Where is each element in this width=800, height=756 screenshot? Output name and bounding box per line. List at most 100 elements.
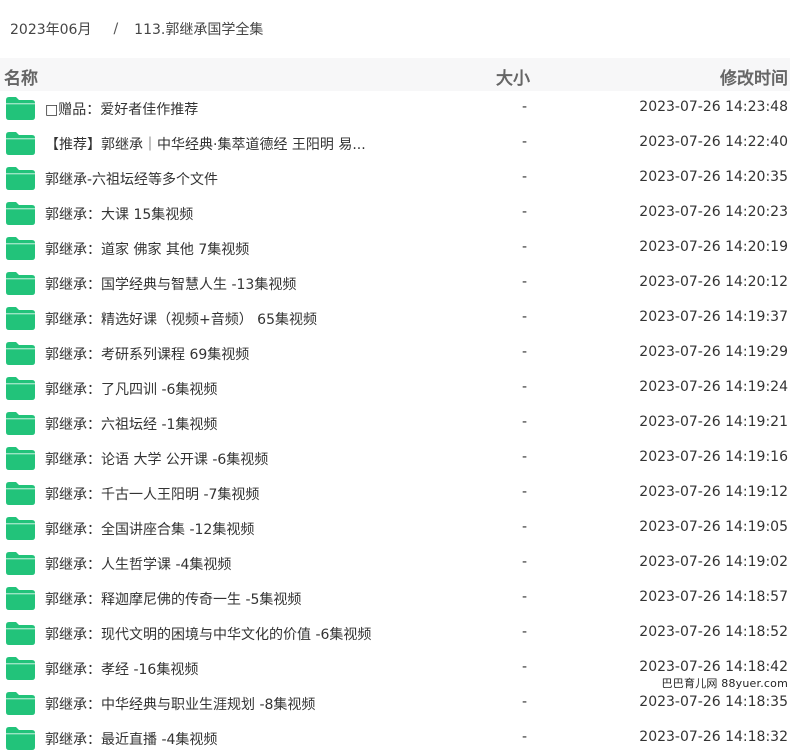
file-name[interactable]: 【推荐】郭继承｜中华经典·集萃道德经 王阳明 易... [45, 134, 366, 154]
file-name[interactable]: 郭继承：释迦摩尼佛的传奇一生 -5集视频 [45, 589, 301, 609]
file-size: - [521, 239, 527, 255]
folder-icon [6, 167, 35, 190]
breadcrumb-separator: / [113, 21, 119, 37]
file-name[interactable]: 郭继承：大课 15集视频 [45, 204, 193, 224]
file-modified-time: 2023-07-26 14:19:24 [639, 379, 788, 395]
file-row[interactable]: 郭继承-六祖坛经等多个文件 - 2023-07-26 14:20:35 [0, 161, 790, 196]
file-name[interactable]: 郭继承：现代文明的困境与中华文化的价值 -6集视频 [45, 624, 371, 644]
file-size: - [521, 589, 527, 605]
file-name[interactable]: 郭继承：最近直播 -4集视频 [45, 729, 217, 749]
file-name[interactable]: 郭继承：中华经典与职业生涯规划 -8集视频 [45, 694, 315, 714]
file-name[interactable]: 郭继承：论语 大学 公开课 -6集视频 [45, 449, 268, 469]
folder-icon [6, 307, 35, 330]
file-row[interactable]: 郭继承：千古一人王阳明 -7集视频 - 2023-07-26 14:19:12 [0, 476, 790, 511]
breadcrumb-current: 113.郭继承国学全集 [134, 22, 264, 38]
column-header-time[interactable]: 修改时间 [720, 64, 788, 89]
file-row[interactable]: 郭继承：全国讲座合集 -12集视频 - 2023-07-26 14:19:05 [0, 511, 790, 546]
file-row[interactable]: 郭继承：释迦摩尼佛的传奇一生 -5集视频 - 2023-07-26 14:18:57 [0, 581, 790, 616]
file-modified-time: 2023-07-26 14:19:16 [639, 449, 788, 465]
file-name[interactable]: 郭继承：孝经 -16集视频 [45, 659, 198, 679]
file-row[interactable]: □赠品：爱好者佳作推荐 - 2023-07-26 14:23:48 [0, 91, 790, 126]
folder-icon [6, 657, 35, 680]
folder-icon [6, 587, 35, 610]
file-size: - [521, 694, 527, 710]
file-modified-time: 2023-07-26 14:18:57 [639, 589, 788, 605]
folder-icon [6, 622, 35, 645]
file-modified-time: 2023-07-26 14:19:02 [639, 554, 788, 570]
file-row[interactable]: 郭继承：道家 佛家 其他 7集视频 - 2023-07-26 14:20:19 [0, 231, 790, 266]
file-name[interactable]: 郭继承：精选好课（视频+音频） 65集视频 [45, 309, 317, 329]
file-modified-time: 2023-07-26 14:19:05 [639, 519, 788, 535]
file-size: - [521, 554, 527, 570]
file-row[interactable]: 郭继承：六祖坛经 -1集视频 - 2023-07-26 14:19:21 [0, 406, 790, 441]
file-size: - [521, 729, 527, 745]
file-row[interactable]: 郭继承：了凡四训 -6集视频 - 2023-07-26 14:19:24 [0, 371, 790, 406]
folder-icon [6, 97, 35, 120]
column-header-name[interactable]: 名称 [4, 64, 38, 89]
file-row[interactable]: 郭继承：国学经典与智慧人生 -13集视频 - 2023-07-26 14:20:12 [0, 266, 790, 301]
watermark: 巴巴育儿网 88yuer.com [657, 674, 792, 692]
file-modified-time: 2023-07-26 14:19:37 [639, 309, 788, 325]
file-modified-time: 2023-07-26 14:18:35 [639, 694, 788, 710]
file-name[interactable]: 郭继承：了凡四训 -6集视频 [45, 379, 217, 399]
file-name[interactable]: 郭继承：千古一人王阳明 -7集视频 [45, 484, 259, 504]
file-modified-time: 2023-07-26 14:23:48 [639, 99, 788, 115]
file-name[interactable]: 郭继承：人生哲学课 -4集视频 [45, 554, 231, 574]
folder-icon [6, 237, 35, 260]
file-row[interactable]: 郭继承：考研系列课程 69集视频 - 2023-07-26 14:19:29 [0, 336, 790, 371]
file-modified-time: 2023-07-26 14:20:23 [639, 204, 788, 220]
breadcrumb-parent[interactable]: 2023年06月 [10, 19, 91, 39]
folder-icon [6, 692, 35, 715]
folder-icon [6, 552, 35, 575]
file-modified-time: 2023-07-26 14:19:12 [639, 484, 788, 500]
file-size: - [521, 484, 527, 500]
folder-icon [6, 412, 35, 435]
file-size: - [521, 624, 527, 640]
folder-icon [6, 272, 35, 295]
file-row[interactable]: 【推荐】郭继承｜中华经典·集萃道德经 王阳明 易... - 2023-07-26 1… [0, 126, 790, 161]
file-list: □赠品：爱好者佳作推荐 - 2023-07-26 14:23:48 【推荐】郭继承｜中… [0, 91, 790, 756]
folder-icon [6, 342, 35, 365]
folder-icon [6, 132, 35, 155]
folder-icon [6, 727, 35, 750]
file-name[interactable]: 郭继承：道家 佛家 其他 7集视频 [45, 239, 249, 259]
file-row[interactable]: 郭继承：人生哲学课 -4集视频 - 2023-07-26 14:19:02 [0, 546, 790, 581]
file-size: - [521, 204, 527, 220]
folder-icon [6, 517, 35, 540]
file-row[interactable]: 郭继承：精选好课（视频+音频） 65集视频 - 2023-07-26 14:19:3… [0, 301, 790, 336]
file-row[interactable]: 郭继承：大课 15集视频 - 2023-07-26 14:20:23 [0, 196, 790, 231]
file-size: - [521, 169, 527, 185]
column-header-size[interactable]: 大小 [496, 64, 530, 89]
file-row[interactable]: 郭继承：现代文明的困境与中华文化的价值 -6集视频 - 2023-07-26 14:… [0, 616, 790, 651]
file-name[interactable]: 郭继承：六祖坛经 -1集视频 [45, 414, 217, 434]
file-size: - [521, 274, 527, 290]
file-modified-time: 2023-07-26 14:19:21 [639, 414, 788, 430]
file-row[interactable]: 郭继承：最近直播 -4集视频 - 2023-07-26 14:18:32 [0, 721, 790, 756]
file-name[interactable]: □赠品：爱好者佳作推荐 [45, 99, 198, 119]
file-size: - [521, 344, 527, 360]
file-name[interactable]: 郭继承：国学经典与智慧人生 -13集视频 [45, 274, 296, 294]
file-modified-time: 2023-07-26 14:18:52 [639, 624, 788, 640]
file-size: - [521, 134, 527, 150]
folder-icon [6, 377, 35, 400]
file-size: - [521, 99, 527, 115]
file-size: - [521, 519, 527, 535]
file-name[interactable]: 郭继承-六祖坛经等多个文件 [45, 169, 218, 189]
file-list-header: 名称 大小 修改时间 [0, 58, 790, 92]
file-modified-time: 2023-07-26 14:22:40 [639, 134, 788, 150]
file-row[interactable]: 郭继承：论语 大学 公开课 -6集视频 - 2023-07-26 14:19:16 [0, 441, 790, 476]
file-size: - [521, 449, 527, 465]
breadcrumb: 2023年06月 / 113.郭继承国学全集 [0, 0, 800, 58]
folder-icon [6, 202, 35, 225]
file-modified-time: 2023-07-26 14:20:35 [639, 169, 788, 185]
file-size: - [521, 379, 527, 395]
file-size: - [521, 659, 527, 675]
file-name[interactable]: 郭继承：考研系列课程 69集视频 [45, 344, 249, 364]
file-modified-time: 2023-07-26 14:20:19 [639, 239, 788, 255]
folder-icon [6, 447, 35, 470]
file-modified-time: 2023-07-26 14:18:42 [639, 659, 788, 675]
folder-icon [6, 482, 35, 505]
file-modified-time: 2023-07-26 14:19:29 [639, 344, 788, 360]
file-name[interactable]: 郭继承：全国讲座合集 -12集视频 [45, 519, 254, 539]
file-modified-time: 2023-07-26 14:20:12 [639, 274, 788, 290]
